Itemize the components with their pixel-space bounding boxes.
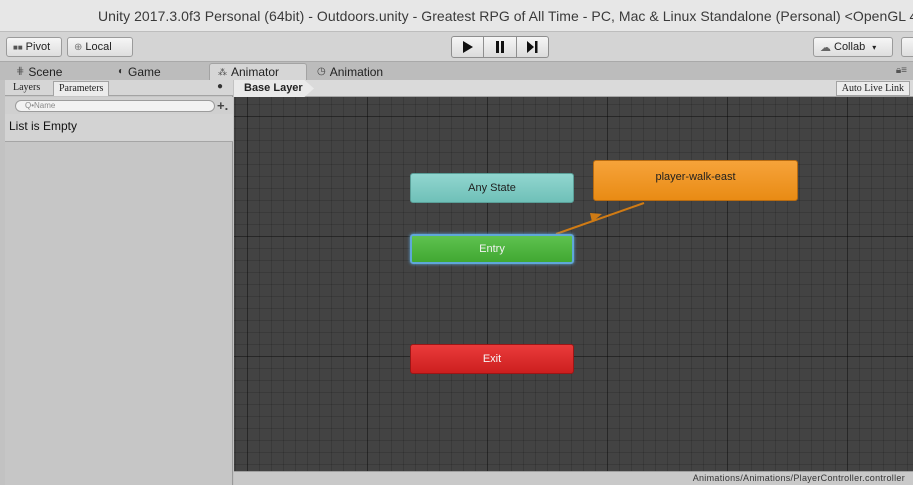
tab-game[interactable]: ◐ Game bbox=[110, 63, 169, 80]
tab-animation-label: Animation bbox=[329, 64, 384, 79]
tab-animation[interactable]: ◷ Animation bbox=[309, 63, 391, 80]
any-state-node[interactable]: Any State bbox=[410, 173, 574, 203]
panel-subtabs: Layers Parameters ● bbox=[5, 80, 233, 96]
collab-button[interactable]: ☁ Collab ▾ bbox=[813, 37, 893, 57]
window-title: Unity 2017.3.0f3 Personal (64bit) - Outd… bbox=[98, 8, 913, 24]
pause-button[interactable] bbox=[484, 36, 517, 58]
player-walk-east-node[interactable]: player-walk-east bbox=[593, 160, 798, 201]
account-button[interactable] bbox=[901, 37, 913, 57]
tab-game-label: Game bbox=[128, 64, 161, 79]
animator-icon: ⁂ bbox=[218, 66, 227, 77]
parameters-panel: Layers Parameters ● Q•Name +. List is Em… bbox=[5, 80, 233, 485]
entry-label: Entry bbox=[479, 243, 505, 255]
main-toolbar: ■■ Pivot ⊕ Local ☁ Collab ▾ bbox=[0, 32, 913, 62]
tab-layers[interactable]: Layers bbox=[8, 81, 45, 96]
entry-node[interactable]: Entry bbox=[410, 234, 574, 264]
local-label: Local bbox=[85, 41, 112, 53]
exit-node[interactable]: Exit bbox=[410, 344, 574, 374]
tab-animator-label: Animator bbox=[231, 65, 280, 79]
search-row: Q•Name +. bbox=[5, 97, 233, 114]
editor-tabs: ⋕ Scene ◐ Game ⁂ Animator ◷ Animation 🔒︎… bbox=[0, 62, 913, 80]
exit-label: Exit bbox=[482, 353, 502, 365]
parameter-list: List is Empty bbox=[5, 114, 233, 142]
pivot-icon: ■■ bbox=[13, 42, 23, 52]
controller-path: Animations/Animations/PlayerController.c… bbox=[692, 473, 905, 483]
player-walk-east-label: player-walk-east bbox=[655, 171, 736, 183]
animator-graph[interactable]: Base Layer Auto Live Link Any State play… bbox=[234, 80, 913, 485]
pivot-button[interactable]: ■■ Pivot bbox=[6, 37, 62, 57]
scene-icon: ⋕ bbox=[16, 66, 25, 77]
play-button[interactable] bbox=[451, 36, 485, 58]
tab-animator[interactable]: ⁂ Animator bbox=[209, 63, 307, 80]
step-icon bbox=[527, 41, 538, 53]
empty-list-text: List is Empty bbox=[9, 119, 78, 133]
status-bar: Animations/Animations/PlayerController.c… bbox=[234, 471, 913, 485]
chevron-down-icon: ▾ bbox=[872, 42, 877, 52]
transition-arrow[interactable] bbox=[234, 80, 913, 485]
playback-controls bbox=[451, 36, 549, 58]
local-button[interactable]: ⊕ Local bbox=[67, 37, 133, 57]
window-title-bar: Unity 2017.3.0f3 Personal (64bit) - Outd… bbox=[0, 0, 913, 32]
local-icon: ⊕ bbox=[74, 41, 83, 53]
tab-parameters[interactable]: Parameters bbox=[53, 81, 110, 96]
tab-scene-label: Scene bbox=[28, 64, 63, 79]
pivot-label: Pivot bbox=[25, 41, 51, 53]
collab-label: Collab bbox=[834, 41, 866, 53]
eye-icon[interactable]: ● bbox=[217, 81, 223, 92]
game-icon: ◐ bbox=[118, 66, 125, 77]
cloud-icon: ☁ bbox=[820, 41, 831, 54]
add-parameter-button[interactable]: +. bbox=[217, 98, 228, 113]
parameter-search-input[interactable]: Q•Name bbox=[15, 100, 215, 112]
step-button[interactable] bbox=[516, 36, 549, 58]
play-icon bbox=[462, 41, 473, 53]
pause-icon bbox=[495, 41, 504, 53]
lock-icon[interactable]: 🔒︎≡ bbox=[896, 65, 907, 76]
any-state-label: Any State bbox=[468, 182, 516, 194]
tab-scene[interactable]: ⋕ Scene bbox=[8, 63, 70, 80]
animation-icon: ◷ bbox=[317, 66, 326, 77]
